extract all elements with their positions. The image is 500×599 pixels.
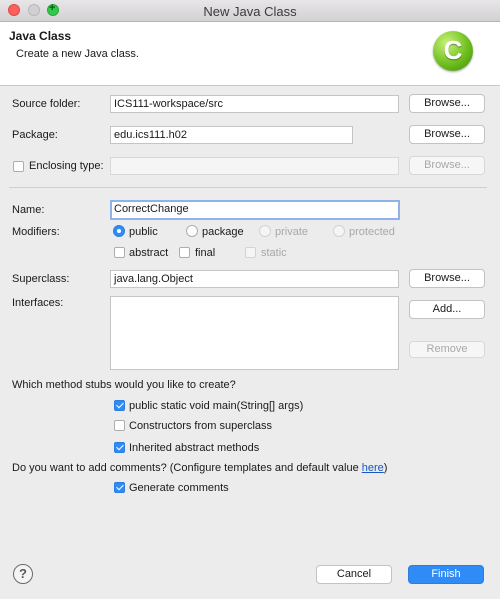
generate-comments-checkbox[interactable]: [114, 482, 125, 493]
add-interface-button[interactable]: Add...: [409, 300, 485, 319]
final-checkbox[interactable]: [179, 247, 190, 258]
finish-button[interactable]: Finish: [408, 565, 484, 584]
comments-question-text: Do you want to add comments? (Configure …: [12, 462, 362, 474]
remove-interface-button[interactable]: Remove: [409, 341, 485, 358]
superclass-label: Superclass:: [12, 273, 70, 285]
superclass-field[interactable]: java.lang.Object: [110, 270, 399, 288]
logo-letter: C: [443, 35, 463, 65]
method-stubs-question: Which method stubs would you like to cre…: [12, 379, 236, 391]
inherited-methods-label: Inherited abstract methods: [129, 442, 260, 454]
public-radio[interactable]: [113, 225, 125, 237]
comments-question: Do you want to add comments? (Configure …: [12, 462, 387, 474]
configure-templates-link[interactable]: here: [362, 462, 384, 474]
protected-label: protected: [349, 226, 395, 238]
source-folder-label: Source folder:: [12, 98, 81, 110]
source-folder-browse-button[interactable]: Browse...: [409, 94, 485, 113]
enclosing-type-field[interactable]: [110, 157, 399, 175]
abstract-label: abstract: [129, 247, 169, 259]
interfaces-label: Interfaces:: [12, 297, 64, 309]
private-radio[interactable]: [259, 225, 271, 237]
constructors-checkbox[interactable]: [114, 420, 125, 431]
banner-subtitle: Create a new Java class.: [16, 48, 139, 60]
java-class-icon: C: [433, 31, 473, 71]
interfaces-list[interactable]: [110, 296, 399, 370]
wizard-banner: Java Class Create a new Java class. C: [0, 22, 500, 86]
package-modifier-label: package: [202, 226, 244, 238]
superclass-browse-button[interactable]: Browse...: [409, 269, 485, 288]
name-label: Name:: [12, 204, 45, 216]
protected-radio[interactable]: [333, 225, 345, 237]
modifiers-label: Modifiers:: [12, 226, 60, 238]
separator: [9, 187, 487, 188]
private-label: private: [275, 226, 309, 238]
package-radio[interactable]: [186, 225, 198, 237]
source-folder-field[interactable]: ICS111-workspace/src: [110, 95, 399, 113]
name-field[interactable]: CorrectChange: [110, 200, 400, 220]
final-label: final: [195, 247, 216, 259]
static-label: static: [261, 247, 287, 259]
new-java-class-dialog: + New Java Class Java Class Create a new…: [0, 0, 500, 599]
comments-question-end: ): [383, 462, 388, 474]
window-title: New Java Class: [203, 4, 297, 19]
abstract-checkbox[interactable]: [114, 247, 125, 258]
generate-comments-label: Generate comments: [129, 482, 229, 494]
constructors-label: Constructors from superclass: [129, 420, 273, 432]
package-label: Package:: [12, 129, 58, 141]
public-label: public: [129, 226, 158, 238]
enclosing-type-label: Enclosing type:: [29, 160, 104, 172]
main-method-label: public static void main(String[] args): [129, 400, 304, 412]
title-bar: + New Java Class: [0, 0, 500, 22]
main-method-checkbox[interactable]: [114, 400, 125, 411]
banner-heading: Java Class: [9, 29, 72, 43]
package-field[interactable]: edu.ics111.h02: [110, 126, 353, 144]
help-icon[interactable]: ?: [13, 564, 33, 584]
inherited-methods-checkbox[interactable]: [114, 442, 125, 453]
package-browse-button[interactable]: Browse...: [409, 125, 485, 144]
enclosing-type-checkbox[interactable]: [13, 161, 24, 172]
cancel-button[interactable]: Cancel: [316, 565, 392, 584]
static-checkbox[interactable]: [245, 247, 256, 258]
enclosing-type-browse-button[interactable]: Browse...: [409, 156, 485, 175]
